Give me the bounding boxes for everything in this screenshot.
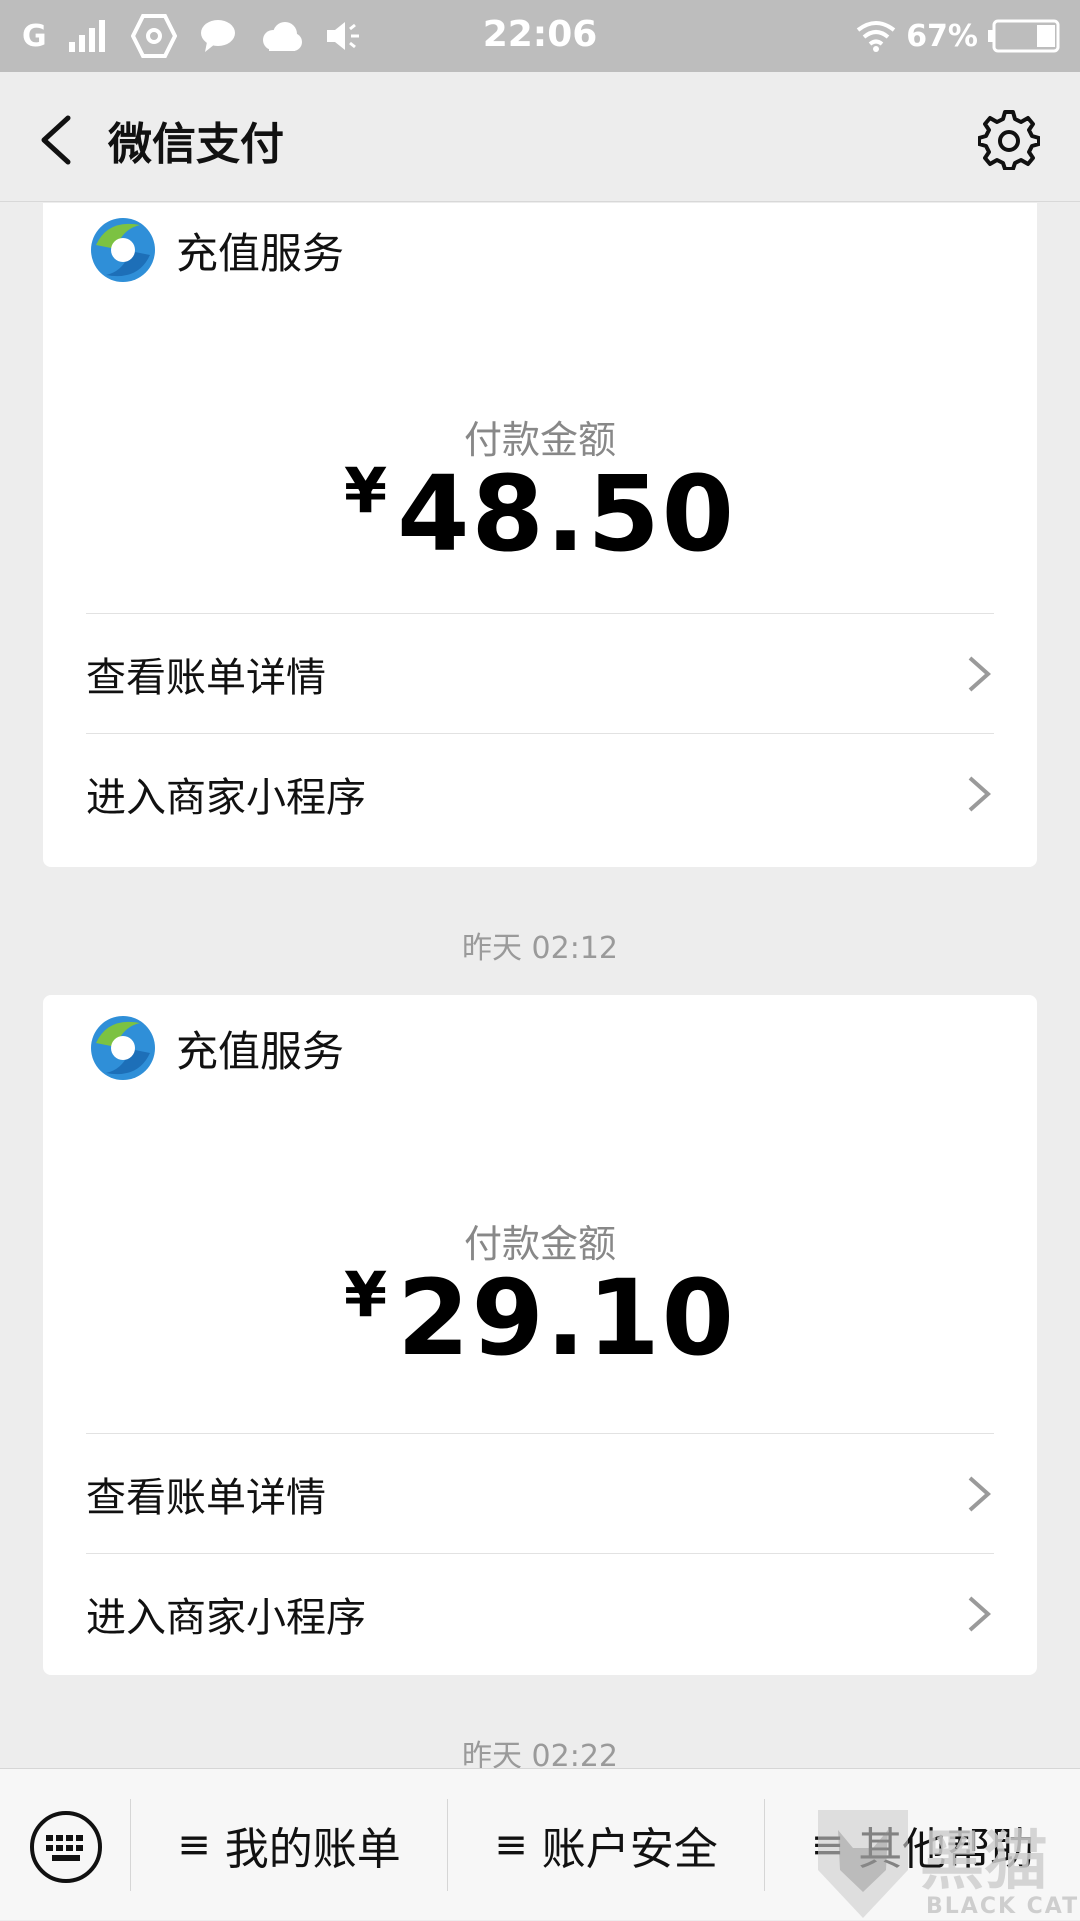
message-list[interactable]: 充值服务 付款金额 ¥48.50 查看账单详情 进入商家小程序 昨天 02:12… [0,203,1080,1768]
open-mini-program-row[interactable]: 进入商家小程序 [86,1553,994,1673]
message-timestamp: 昨天 02:12 [462,931,618,966]
nav-bar: 微信支付 [0,72,1080,202]
keyboard-toggle-icon[interactable] [28,1809,104,1885]
open-mini-program-row[interactable]: 进入商家小程序 [86,733,994,853]
merchant-name: 充值服务 [176,228,345,278]
back-arrow-icon[interactable] [30,110,90,170]
row-label: 查看账单详情 [86,1474,326,1521]
menu-label: 账户安全 [541,1824,718,1875]
menu-list-icon: ≡ [494,1822,528,1868]
menu-list-icon: ≡ [177,1822,211,1868]
menu-account-security[interactable]: ≡ 账户安全 [448,1769,764,1921]
payment-amount: ¥48.50 [43,453,1037,575]
chevron-right-icon [968,1476,992,1511]
wifi-icon [856,21,896,52]
currency-symbol: ¥ [343,454,388,527]
merchant-logo-icon [91,1016,155,1080]
battery-percent: 67% [906,18,978,54]
payment-card: 充值服务 付款金额 ¥29.10 查看账单详情 进入商家小程序 [43,995,1037,1675]
currency-symbol: ¥ [343,1258,388,1331]
amount-value: 29.10 [397,1257,737,1379]
message-timestamp: 昨天 02:22 [462,1739,618,1768]
row-label: 进入商家小程序 [86,1594,366,1641]
watermark-logo-text: 黑猫 [920,1825,1048,1899]
page-title: 微信支付 [108,119,284,170]
status-icons-right: 67% [856,14,1060,58]
menu-my-bills[interactable]: ≡ 我的账单 [131,1769,447,1921]
payment-amount: ¥29.10 [43,1257,1037,1379]
black-cat-watermark: 黑猫 BLACK CAT [808,1800,1080,1920]
amount-value: 48.50 [397,453,737,575]
payment-card: 充值服务 付款金额 ¥48.50 查看账单详情 进入商家小程序 [43,203,1037,867]
chevron-right-icon [968,1596,992,1631]
settings-gear-icon[interactable] [978,108,1040,170]
watermark-text: BLACK CAT [926,1894,1080,1919]
view-bill-details-row[interactable]: 查看账单详情 [86,1433,994,1553]
merchant-header: 充值服务 [88,1011,344,1085]
status-bar: G 22:06 67% [0,0,1080,72]
black-cat-logo-icon [818,1810,908,1918]
merchant-header: 充值服务 [88,213,344,287]
menu-label: 我的账单 [224,1824,401,1875]
chevron-right-icon [968,776,992,811]
merchant-name: 充值服务 [176,1026,345,1076]
row-label: 查看账单详情 [86,654,326,701]
row-label: 进入商家小程序 [86,774,366,821]
view-bill-details-row[interactable]: 查看账单详情 [86,613,994,733]
chevron-right-icon [968,656,992,691]
merchant-logo-icon [91,218,155,282]
battery-icon [988,19,1060,53]
